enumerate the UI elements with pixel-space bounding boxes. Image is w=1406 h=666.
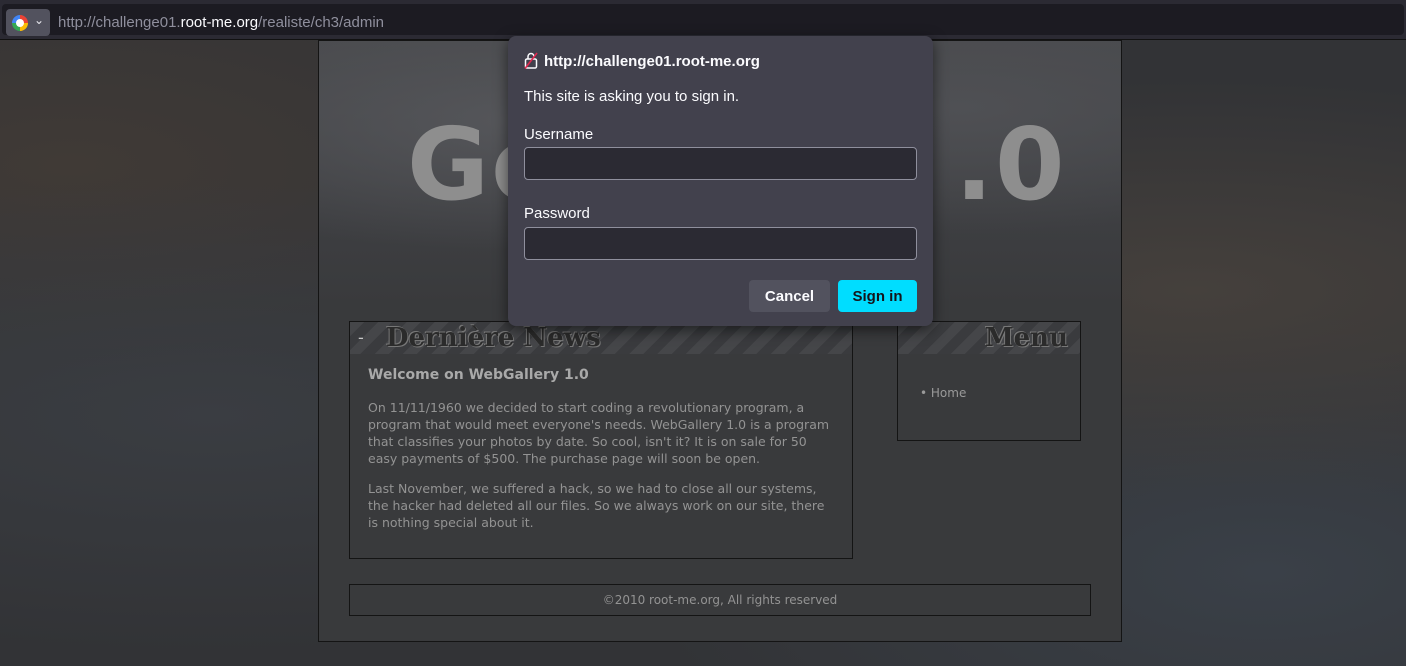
dialog-origin-url: http://challenge01.root-me.org [544,53,760,70]
browser-toolbar: ⌄ http://challenge01.root-me.org/realist… [0,0,1406,40]
password-label: Password [524,205,590,222]
chevron-down-icon: ⌄ [34,13,45,27]
menu-box: Menu Home [897,321,1081,441]
news-box-title: Dernière News [386,323,601,353]
site-footer: ©2010 root-me.org, All rights reserved [349,584,1091,616]
password-field[interactable] [524,227,917,260]
address-bar[interactable]: ⌄ http://challenge01.root-me.org/realist… [2,4,1404,36]
sign-in-dialog: http://challenge01.root-me.org This site… [508,36,933,326]
sign-in-button[interactable]: Sign in [838,280,917,312]
url-host: root-me.org [180,14,259,31]
dash-icon: - [358,328,364,347]
news-paragraph: Last November, we suffered a hack, so we… [368,481,825,530]
menu-title-bar: Menu [898,322,1080,354]
menu-list: Home [920,386,966,400]
menu-box-title: Menu [984,323,1068,353]
url-text[interactable]: http://challenge01.root-me.org/realiste/… [58,14,384,31]
google-g-icon [12,15,28,31]
insecure-lock-icon [524,52,538,69]
dialog-message: This site is asking you to sign in. [524,88,740,105]
search-engine-button[interactable]: ⌄ [6,9,50,36]
cancel-button[interactable]: Cancel [749,280,830,312]
news-title-bar: - Dernière News [350,322,852,354]
news-box: - Dernière News Welcome on WebGallery 1.… [349,321,853,559]
menu-item-home[interactable]: Home [920,386,966,400]
username-label: Username [524,126,594,143]
news-paragraph: On 11/11/1960 we decided to start coding… [368,400,830,466]
news-heading: Welcome on WebGallery 1.0 [368,367,589,383]
username-field[interactable] [524,147,917,180]
